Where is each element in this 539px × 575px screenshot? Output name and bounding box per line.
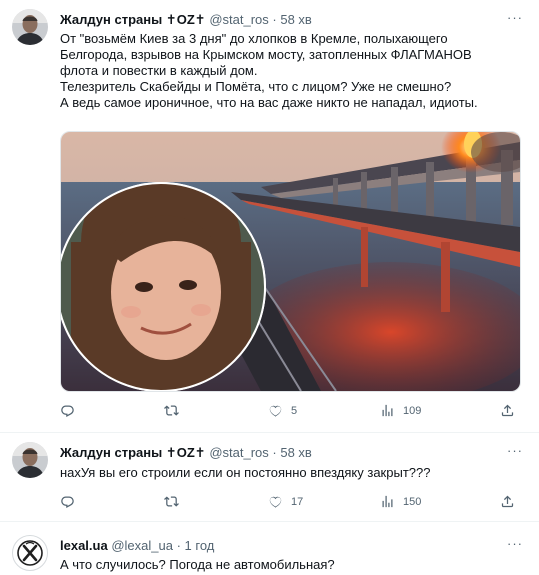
views-icon bbox=[380, 403, 395, 418]
tweet-text-line: Телезритель Скабейды и Помёта, что с лиц… bbox=[60, 79, 452, 94]
tweet-actions: 5 109 bbox=[60, 403, 520, 421]
tweet-media[interactable] bbox=[60, 131, 521, 392]
tweet-actions: 17 150 bbox=[60, 494, 520, 512]
retweet-button[interactable] bbox=[164, 403, 187, 418]
like-icon bbox=[268, 403, 283, 418]
tweet-text-line: флота и повестки в каждый дом. bbox=[60, 63, 258, 78]
like-count: 5 bbox=[291, 404, 298, 417]
share-icon bbox=[500, 403, 515, 418]
views-icon bbox=[380, 494, 395, 509]
tweet-text-line: наxУя вы его строили если он постоянно в… bbox=[60, 465, 431, 480]
tweet-text-line: Белгорода, взрывов на Крымском мосту, за… bbox=[60, 47, 472, 62]
tweet-time[interactable]: 58 хв bbox=[280, 445, 311, 460]
tweet-text: От "возьмём Киев за 3 дня" до хлопков в … bbox=[60, 31, 520, 111]
author-name[interactable]: Жалдун страны ✝OZ✝ bbox=[60, 12, 206, 27]
retweet-icon bbox=[164, 494, 179, 509]
reply-icon bbox=[60, 403, 75, 418]
tweet-text-line: А ведь самое ироничное, что на вас даже … bbox=[60, 95, 478, 110]
tweet[interactable]: Жалдун страны ✝OZ✝ @stat_ros · 58 хв ···… bbox=[0, 433, 539, 521]
media-image bbox=[61, 132, 520, 391]
like-count: 17 bbox=[291, 495, 304, 508]
tweet-text-line: А что случилось? Погода не автомобильная… bbox=[60, 557, 335, 572]
views-count: 150 bbox=[403, 495, 422, 508]
reply-icon bbox=[60, 494, 75, 509]
share-button[interactable] bbox=[500, 403, 515, 418]
avatar-image bbox=[12, 442, 48, 478]
separator-dot: · bbox=[272, 12, 277, 27]
author-handle[interactable]: @lexal_ua bbox=[111, 538, 173, 553]
separator-dot: · bbox=[176, 538, 181, 553]
retweet-button[interactable] bbox=[164, 494, 187, 509]
separator-dot: · bbox=[272, 445, 277, 460]
tweet[interactable]: Жалдун страны ✝OZ✝ @stat_ros · 58 хв ···… bbox=[0, 0, 539, 432]
tweet[interactable]: lexal.ua @lexal_ua · 1 год ··· А что слу… bbox=[0, 522, 539, 575]
author-name[interactable]: lexal.ua bbox=[60, 538, 108, 553]
like-button[interactable]: 17 bbox=[268, 494, 303, 509]
avatar[interactable] bbox=[12, 9, 48, 45]
share-button[interactable] bbox=[500, 494, 515, 509]
more-icon[interactable]: ··· bbox=[507, 443, 523, 458]
more-icon[interactable]: ··· bbox=[507, 10, 523, 25]
lexal-logo-icon bbox=[17, 540, 43, 566]
tweet-header: Жалдун страны ✝OZ✝ @stat_ros · 58 хв bbox=[60, 12, 312, 28]
tweet-time[interactable]: 58 хв bbox=[280, 12, 311, 27]
reply-button[interactable] bbox=[60, 494, 83, 509]
views-button[interactable]: 109 bbox=[380, 403, 421, 418]
tweet-text: А что случилось? Погода не автомобильная… bbox=[60, 557, 520, 573]
tweet-text: наxУя вы его строили если он постоянно в… bbox=[60, 465, 520, 481]
views-count: 109 bbox=[403, 404, 422, 417]
like-icon bbox=[268, 494, 283, 509]
avatar[interactable] bbox=[12, 535, 48, 571]
author-handle[interactable]: @stat_ros bbox=[209, 12, 268, 27]
tweet-time[interactable]: 1 год bbox=[185, 538, 215, 553]
views-button[interactable]: 150 bbox=[380, 494, 421, 509]
like-button[interactable]: 5 bbox=[268, 403, 297, 418]
tweet-header: lexal.ua @lexal_ua · 1 год bbox=[60, 538, 214, 554]
share-icon bbox=[500, 494, 515, 509]
author-name[interactable]: Жалдун страны ✝OZ✝ bbox=[60, 445, 206, 460]
tweet-text-line: От "возьмём Киев за 3 дня" до хлопков в … bbox=[60, 31, 448, 46]
reply-button[interactable] bbox=[60, 403, 83, 418]
author-handle[interactable]: @stat_ros bbox=[209, 445, 268, 460]
avatar-image bbox=[12, 9, 48, 45]
retweet-icon bbox=[164, 403, 179, 418]
avatar[interactable] bbox=[12, 442, 48, 478]
tweet-header: Жалдун страны ✝OZ✝ @stat_ros · 58 хв bbox=[60, 445, 312, 461]
more-icon[interactable]: ··· bbox=[507, 536, 523, 551]
